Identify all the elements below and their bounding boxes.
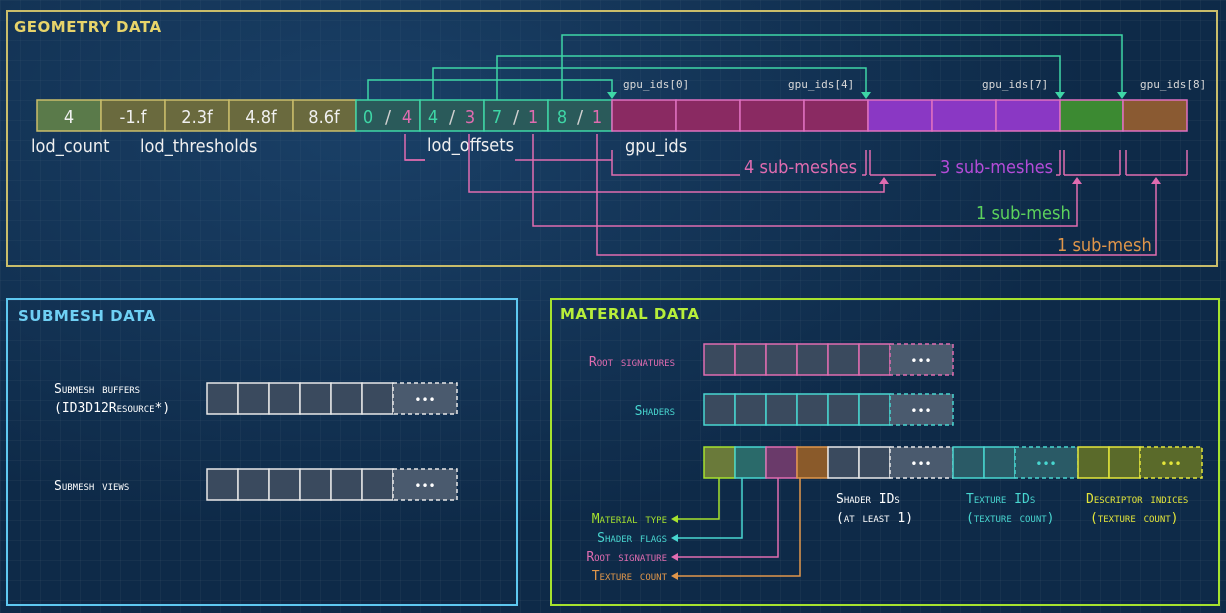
offset-count: 3 [465, 107, 475, 128]
offset-start: 7 [492, 107, 502, 128]
descriptor-indices-note: (texture count) [1090, 511, 1179, 526]
lod-thresholds-label: lod_thresholds [140, 136, 257, 157]
shader-ids-caption: Shader IDs [836, 492, 900, 507]
field-pointers [676, 478, 801, 577]
offset-start: 8 [557, 107, 567, 128]
offset-count: 1 [528, 107, 538, 128]
root-signatures-label: Root signatures [589, 355, 675, 370]
group-label-3-submeshes: 3 sub-meshes [940, 157, 1053, 178]
texture-ids-note: (texture count) [966, 511, 1055, 526]
submesh-views-label: Submesh views [54, 479, 129, 494]
svg-text:/: / [385, 107, 392, 128]
offset-start: 0 [363, 107, 373, 128]
threshold-value: 2.3f [181, 107, 214, 128]
submesh-buffers-type: (ID3D12Resource*) [54, 401, 170, 416]
threshold-value: -1.f [120, 107, 148, 128]
ellipsis: ••• [414, 479, 435, 493]
texture-ids-caption: Texture IDs [966, 492, 1035, 507]
svg-text:/: / [513, 107, 520, 128]
field-material-type: Material type [592, 512, 667, 527]
threshold-value: 8.6f [308, 107, 341, 128]
group-label-1-submesh-green: 1 sub-mesh [976, 203, 1071, 224]
ellipsis: ••• [910, 354, 931, 368]
gpu-index-label-7: gpu_ids[7] [982, 78, 1048, 91]
lod-offsets-label: lod_offsets [427, 135, 514, 156]
ellipsis: ••• [1160, 457, 1181, 471]
threshold-value: 4.8f [245, 107, 278, 128]
gpu-index-label-8: gpu_ids[8] [1140, 78, 1206, 91]
group-label-1-submesh-orange: 1 sub-mesh [1057, 235, 1152, 256]
field-shader-flags: Shader flags [597, 531, 667, 546]
ellipsis: ••• [910, 457, 931, 471]
ellipsis: ••• [1035, 457, 1056, 471]
field-texture-count: Texture count [592, 569, 668, 584]
lod-offsets-cells [355, 99, 613, 132]
shaders-label: Shaders [635, 404, 675, 419]
offset-count: 4 [402, 107, 412, 128]
group-label-4-submeshes: 4 sub-meshes [744, 157, 857, 178]
lod-count-label: lod_count [31, 136, 109, 157]
count-arrows [404, 134, 1157, 256]
diagram-canvas: gpu_ids[0] gpu_ids[4] gpu_ids[7] gpu_ids… [31, 34, 1206, 584]
shader-ids-note: (at least 1) [836, 511, 913, 526]
ellipsis: ••• [414, 393, 435, 407]
gpu-ids-label: gpu_ids [625, 136, 687, 157]
material-record [703, 446, 1203, 479]
lod-count-value: 4 [64, 107, 74, 128]
svg-text:/: / [577, 107, 584, 128]
offset-start: 4 [428, 107, 438, 128]
offset-count: 1 [592, 107, 602, 128]
gpu-index-label-0: gpu_ids[0] [623, 78, 689, 91]
descriptor-indices-caption: Descriptor indices [1086, 492, 1188, 507]
field-root-signature: Root signature [586, 550, 667, 565]
svg-text:/: / [449, 107, 456, 128]
submesh-buffers-label: Submesh buffers [54, 382, 140, 397]
gpu-ids-cells [611, 99, 1188, 132]
ellipsis: ••• [910, 404, 931, 418]
gpu-index-label-4: gpu_ids[4] [788, 78, 854, 91]
